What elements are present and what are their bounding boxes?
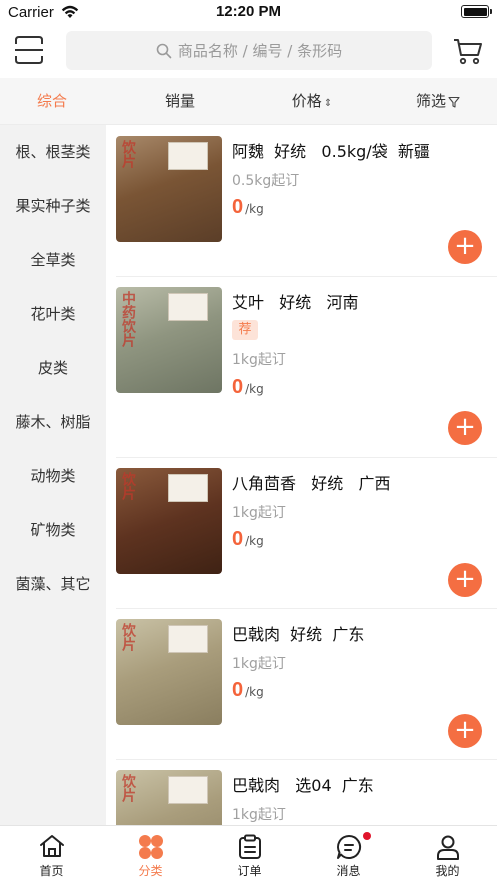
category-item[interactable]: 花叶类 xyxy=(0,287,106,341)
price-value: 0 xyxy=(232,376,244,398)
product-card[interactable]: 饮片 八角茴香 好统 广西 1kg起订 0/kg + xyxy=(106,468,497,608)
product-image-stamp: 饮片 xyxy=(120,774,136,802)
product-image: 中药饮片 xyxy=(116,287,222,393)
tab-profile[interactable]: 我的 xyxy=(398,826,497,883)
product-image-label xyxy=(168,142,208,170)
category-item[interactable]: 全草类 xyxy=(0,233,106,287)
tab-category[interactable]: 分类 xyxy=(101,826,200,883)
product-name: 巴戟肉 选04 广东 xyxy=(232,776,374,795)
tab-label: 首页 xyxy=(39,864,64,878)
filter-icon xyxy=(448,96,460,108)
price-unit: /kg xyxy=(245,382,264,396)
recommend-badge: 荐 xyxy=(232,320,258,340)
product-image: 饮片 xyxy=(116,770,222,825)
sort-tab-price[interactable]: 价格 ⇕ xyxy=(270,78,354,125)
tab-label: 订单 xyxy=(237,864,262,878)
category-item[interactable]: 矿物类 xyxy=(0,503,106,557)
product-moq: 0.5kg起订 xyxy=(232,173,300,189)
sort-tab-label: 筛选 xyxy=(415,92,446,110)
order-icon xyxy=(239,834,261,859)
category-item[interactable]: 菌藻、其它 xyxy=(0,557,106,611)
unread-badge xyxy=(363,832,371,840)
divider xyxy=(116,759,497,760)
product-image-label xyxy=(168,776,208,804)
category-icon xyxy=(139,835,163,859)
sort-tab-label: 销量 xyxy=(164,92,195,110)
search-placeholder: 商品名称 / 编号 / 条形码 xyxy=(177,42,343,60)
scan-icon[interactable] xyxy=(13,34,45,66)
product-price: 0/kg xyxy=(232,679,264,702)
status-bar: Carrier 12:20 PM xyxy=(0,0,497,26)
add-to-cart-button[interactable]: + xyxy=(448,411,482,445)
home-icon xyxy=(40,835,64,857)
sort-tab-filter[interactable]: 筛选 xyxy=(396,78,480,125)
add-to-cart-button[interactable]: + xyxy=(448,230,482,264)
category-item[interactable]: 动物类 xyxy=(0,449,106,503)
product-moq: 1kg起订 xyxy=(232,807,286,823)
product-moq: 1kg起订 xyxy=(232,656,286,672)
category-item[interactable]: 根、根茎类 xyxy=(0,125,106,179)
message-icon xyxy=(337,834,362,859)
tab-label: 我的 xyxy=(435,864,460,878)
product-moq: 1kg起订 xyxy=(232,505,286,521)
tab-messages[interactable]: 消息 xyxy=(299,826,398,883)
category-item[interactable]: 藤木、树脂 xyxy=(0,395,106,449)
category-item[interactable]: 皮类 xyxy=(0,341,106,395)
product-image: 饮片 xyxy=(116,136,222,242)
divider xyxy=(116,608,497,609)
product-image-stamp: 饮片 xyxy=(120,623,136,651)
price-value: 0 xyxy=(232,196,244,218)
price-unit: /kg xyxy=(245,685,264,699)
tab-home[interactable]: 首页 xyxy=(2,826,101,883)
product-moq: 1kg起订 xyxy=(232,352,286,368)
battery-icon xyxy=(461,5,492,18)
product-name: 八角茴香 好统 广西 xyxy=(232,474,391,493)
search-icon xyxy=(156,43,172,58)
product-card[interactable]: 饮片 巴戟肉 好统 广东 1kg起订 0/kg + xyxy=(106,619,497,759)
divider xyxy=(116,276,497,277)
price-unit: /kg xyxy=(245,202,264,216)
bottom-tab-bar: 首页 分类 订单 消息 我的 xyxy=(0,825,497,883)
price-unit: /kg xyxy=(245,534,264,548)
product-name: 艾叶 好统 河南 xyxy=(232,293,359,312)
product-price: 0/kg xyxy=(232,376,264,399)
divider xyxy=(116,457,497,458)
product-name: 巴戟肉 好统 广东 xyxy=(232,625,365,644)
tab-label: 消息 xyxy=(336,864,361,878)
sort-tab-label: 价格 xyxy=(291,92,322,110)
cart-icon[interactable] xyxy=(453,37,483,65)
add-to-cart-button[interactable]: + xyxy=(448,714,482,748)
category-sidebar: 根、根茎类 果实种子类 全草类 花叶类 皮类 藤木、树脂 动物类 矿物类 菌藻、… xyxy=(0,125,106,825)
profile-icon xyxy=(437,835,459,860)
product-price: 0/kg xyxy=(232,196,264,219)
sort-bar: 综合 销量 价格 ⇕ 筛选 xyxy=(0,78,497,125)
product-image-label xyxy=(168,474,208,502)
tab-label: 分类 xyxy=(138,864,163,878)
price-value: 0 xyxy=(232,679,244,701)
product-image-stamp: 中药饮片 xyxy=(120,291,136,347)
product-image-stamp: 饮片 xyxy=(120,140,136,168)
search-input[interactable]: 商品名称 / 编号 / 条形码 xyxy=(66,31,432,70)
product-image-stamp: 饮片 xyxy=(120,472,136,500)
status-time: 12:20 PM xyxy=(215,3,282,20)
product-image-label xyxy=(168,625,208,653)
sort-arrows-icon: ⇕ xyxy=(323,98,333,109)
product-name: 阿魏 好统 0.5kg/袋 新疆 xyxy=(232,142,430,161)
tab-orders[interactable]: 订单 xyxy=(200,826,299,883)
sort-tab-comprehensive[interactable]: 综合 xyxy=(10,78,94,125)
product-card[interactable]: 饮片 巴戟肉 选04 广东 1kg起订 xyxy=(106,770,497,825)
add-to-cart-button[interactable]: + xyxy=(448,563,482,597)
product-card[interactable]: 中药饮片 艾叶 好统 河南 荐 1kg起订 0/kg + xyxy=(106,287,497,457)
product-price: 0/kg xyxy=(232,528,264,551)
product-image-label xyxy=(168,293,208,321)
search-header: 商品名称 / 编号 / 条形码 xyxy=(0,26,497,78)
product-image: 饮片 xyxy=(116,619,222,725)
product-image: 饮片 xyxy=(116,468,222,574)
sort-tab-label: 综合 xyxy=(36,92,67,110)
product-card[interactable]: 饮片 阿魏 好统 0.5kg/袋 新疆 0.5kg起订 0/kg + xyxy=(106,136,497,276)
price-value: 0 xyxy=(232,528,244,550)
category-item[interactable]: 果实种子类 xyxy=(0,179,106,233)
sort-tab-sales[interactable]: 销量 xyxy=(138,78,222,125)
